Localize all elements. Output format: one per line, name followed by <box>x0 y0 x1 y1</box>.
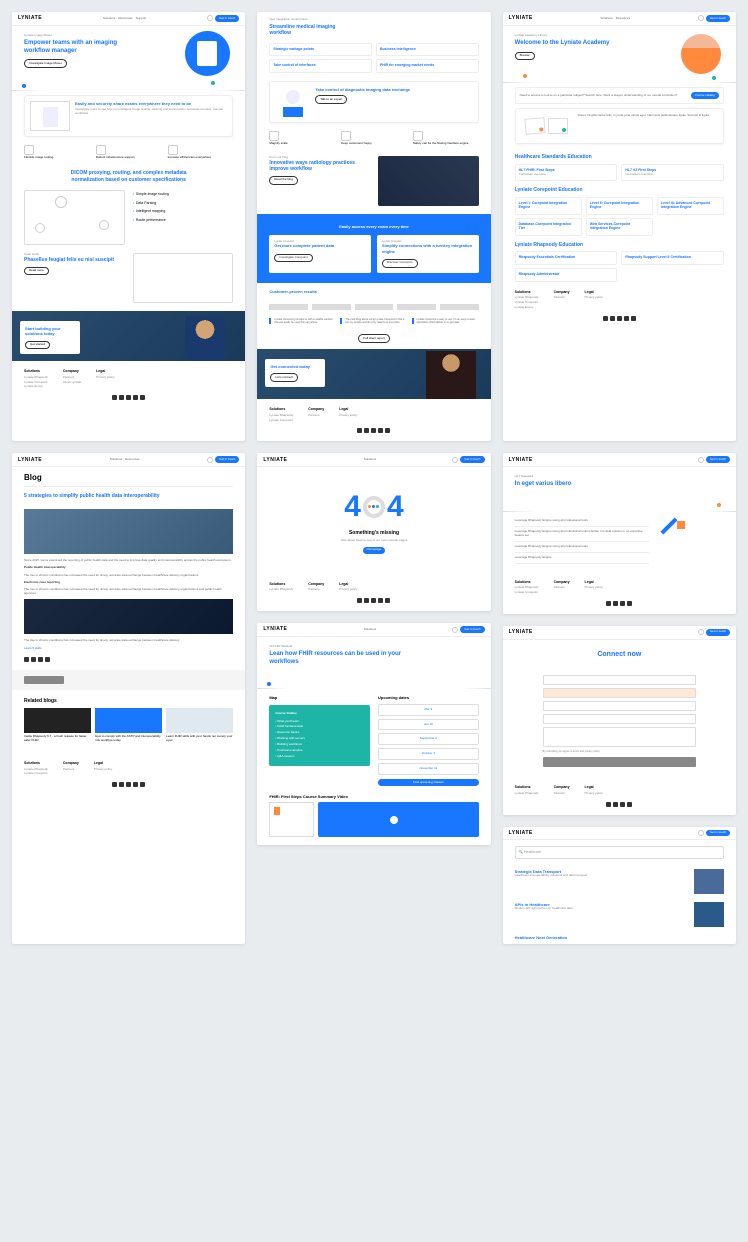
cta-button[interactable]: Get in touch <box>215 15 239 22</box>
cta-photo: Start building your solutions todayGet s… <box>12 311 245 361</box>
result-thumb <box>694 902 724 927</box>
efficiency-icon <box>168 145 178 155</box>
name-field[interactable] <box>543 675 696 685</box>
get-started-button[interactable]: Get started <box>25 341 50 350</box>
search-icon[interactable] <box>698 629 704 635</box>
inline-image <box>24 599 233 634</box>
post-title: 5 strategies to simplify public health d… <box>12 487 245 506</box>
page-404: LYNIATESolutionsGet in touch 44Something… <box>257 453 490 611</box>
routing-icon <box>24 145 34 155</box>
page-blog: LYNIATESolutionsResourcesGet in touch Bl… <box>12 453 245 944</box>
pencil-illustration <box>657 516 687 546</box>
related-thumb <box>95 708 162 733</box>
feature-card: Easily and securely share exams everywhe… <box>24 95 233 137</box>
safety-icon <box>413 131 423 141</box>
video-thumb-2[interactable] <box>318 802 478 837</box>
read-more-button[interactable]: Read more <box>24 267 49 276</box>
blue-cta-section: Easily access every exam every timeLynia… <box>257 214 490 283</box>
search-icon[interactable] <box>207 457 213 463</box>
page-fhir: LYNIATESolutionsGet in touch All FHIR We… <box>257 623 490 845</box>
company-field[interactable] <box>543 701 696 711</box>
magnify-icon <box>363 496 385 518</box>
contact-form: By submitting you agree to terms and pri… <box>503 665 736 777</box>
phone-field[interactable] <box>543 714 696 724</box>
submit-button[interactable] <box>543 757 696 767</box>
related-thumb <box>24 708 91 733</box>
happy-icon <box>341 131 351 141</box>
search-icon[interactable] <box>452 457 458 463</box>
subscribe-button[interactable] <box>24 676 64 684</box>
related-thumb <box>166 708 233 733</box>
search-input[interactable]: 🔍 Healthcare <box>515 846 724 859</box>
search-icon[interactable] <box>452 627 458 633</box>
page-imaging: LYNIATE SolutionsResourcesSupport Get in t… <box>12 12 245 441</box>
video-thumb-1[interactable] <box>269 802 314 837</box>
infra-icon <box>96 145 106 155</box>
search-icon[interactable] <box>698 830 704 836</box>
cta-photo-2: Get connected todayLet's connect <box>257 349 490 399</box>
home-button[interactable]: Homepage <box>363 547 386 554</box>
page-streamline: New integration environmentStreamline me… <box>257 12 490 441</box>
scale-icon <box>269 131 279 141</box>
search-icon[interactable] <box>698 15 704 21</box>
logo[interactable]: LYNIATE <box>18 15 42 22</box>
result-thumb <box>694 869 724 894</box>
404-graphic: 44 <box>257 487 490 526</box>
brain-scan-image <box>378 156 479 206</box>
email-field[interactable] <box>543 688 696 698</box>
course-outline: Course Outline• What you'll learn• FHIR … <box>269 705 370 766</box>
architecture-diagram <box>133 253 234 303</box>
page-search: LYNIATEGet in touch 🔍 Healthcare Strateg… <box>503 827 736 945</box>
social-icons <box>24 395 233 400</box>
blog-hero-image <box>24 509 233 554</box>
nav-links: SolutionsResourcesSupport <box>103 17 146 21</box>
message-field[interactable] <box>543 727 696 747</box>
customer-logos <box>257 300 490 314</box>
search-icon[interactable] <box>698 457 704 463</box>
page-varius: LYNIATEGet in touch HL7 StandardIn eget … <box>503 453 736 613</box>
hero-title: Empower teams with an imaging workflow m… <box>24 40 139 56</box>
page-connect: LYNIATEGet in touch Connect now By submi… <box>503 626 736 815</box>
diagram <box>24 190 125 245</box>
search-icon[interactable] <box>207 15 213 21</box>
footer: SolutionsLyniate RhapsodyLyniate Corepoi… <box>12 361 245 408</box>
hero-illustration <box>185 31 230 76</box>
certificate-illustration <box>521 114 572 138</box>
hero-cta[interactable]: Investigate Image Mover <box>24 59 67 68</box>
nav: LYNIATE SolutionsResourcesSupport Get in t… <box>12 12 245 26</box>
page-academy: LYNIATESolutionsResourcesGet in touch Ly… <box>503 12 736 441</box>
